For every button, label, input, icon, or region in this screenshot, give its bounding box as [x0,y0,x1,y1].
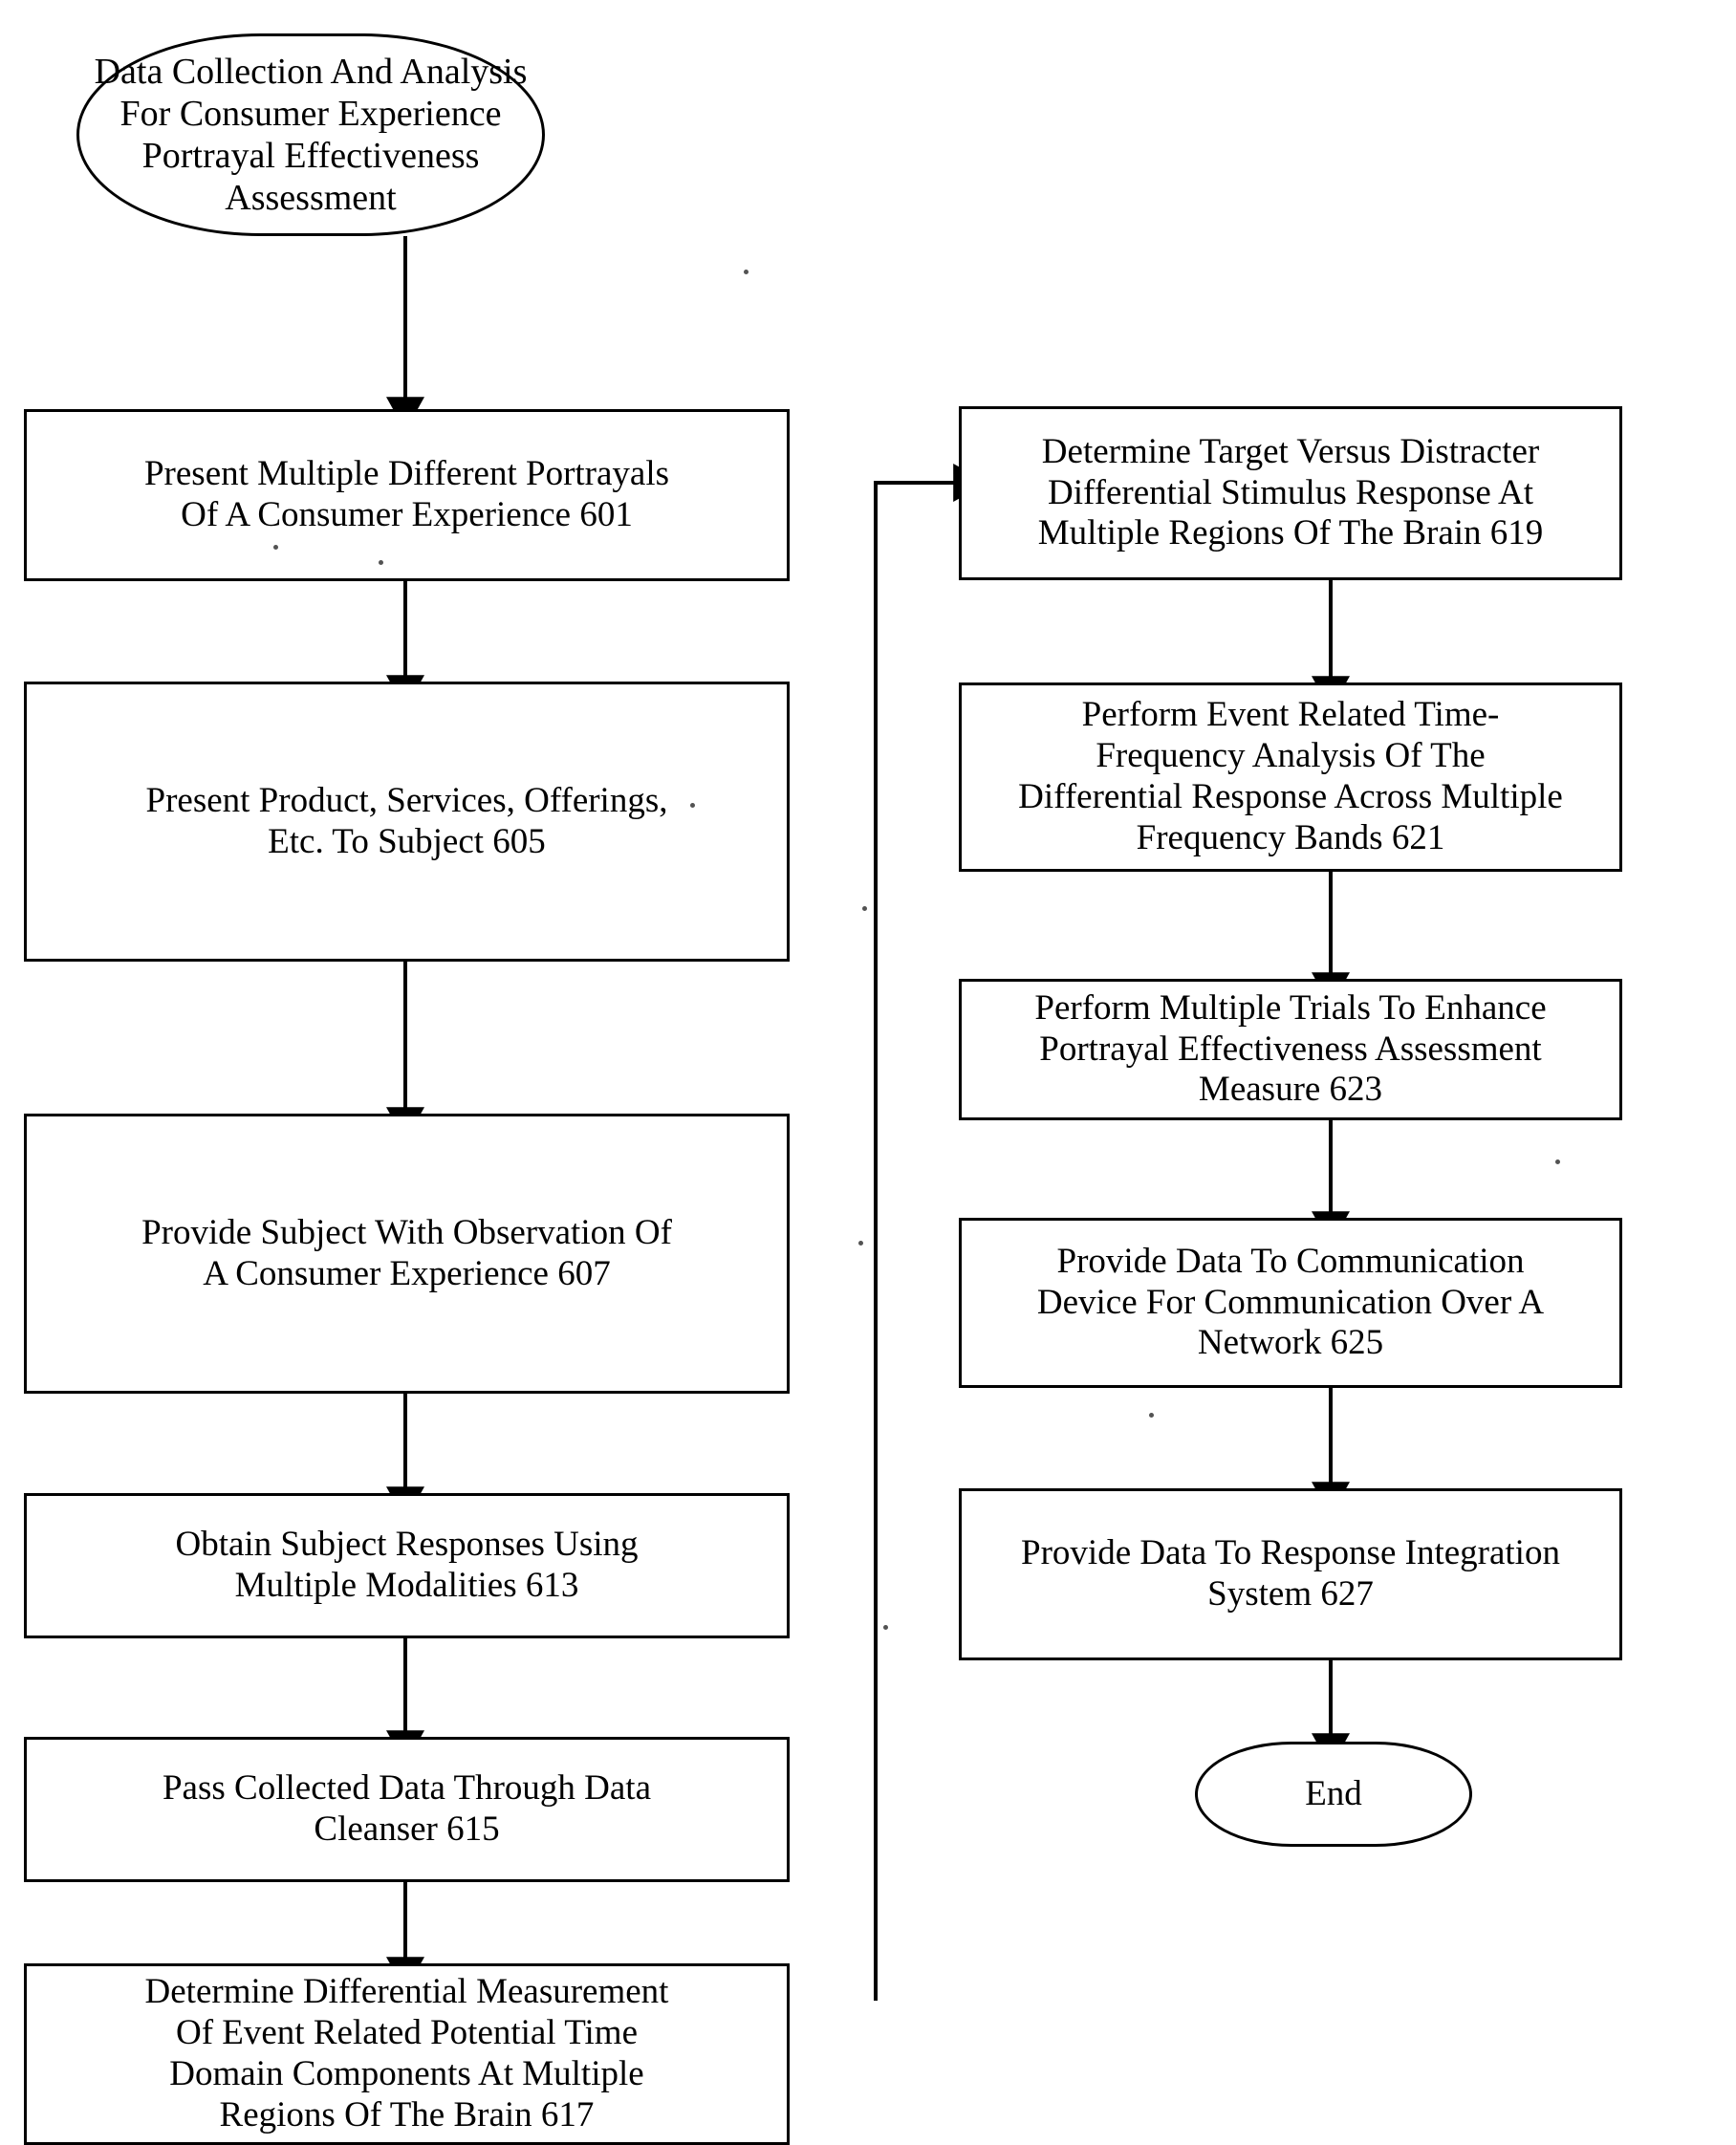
process-node-613-label: Obtain Subject Responses Using Multiple … [175,1525,639,1605]
process-node-613: Obtain Subject Responses Using Multiple … [24,1493,790,1638]
process-node-621-label: Perform Event Related Time- Frequency An… [1018,695,1563,857]
process-node-627-label: Provide Data To Response Integration Sys… [1021,1533,1560,1614]
process-node-617-label: Determine Differential Measurement Of Ev… [144,1972,669,2134]
scan-speck [858,1241,863,1246]
process-node-607-label: Provide Subject With Observation Of A Co… [141,1212,672,1293]
process-node-621: Perform Event Related Time- Frequency An… [959,682,1622,872]
process-node-619: Determine Target Versus Distracter Diffe… [959,406,1622,580]
process-node-619-label: Determine Target Versus Distracter Diffe… [1037,431,1544,553]
process-node-625-label: Provide Data To Communication Device For… [1036,1241,1545,1363]
end-node-label: End [1305,1773,1362,1813]
process-node-601: Present Multiple Different Portrayals Of… [24,409,790,581]
process-node-615: Pass Collected Data Through Data Cleanse… [24,1737,790,1882]
start-node: Data Collection And Analysis For Consume… [76,33,545,236]
scan-speck [1555,1159,1560,1164]
process-node-623: Perform Multiple Trials To Enhance Portr… [959,979,1622,1120]
end-node: End [1195,1742,1472,1847]
process-node-623-label: Perform Multiple Trials To Enhance Portr… [1034,987,1547,1110]
edge-617-to-619 [874,464,988,2001]
scan-speck [379,560,383,565]
process-node-625: Provide Data To Communication Device For… [959,1218,1622,1388]
process-node-617: Determine Differential Measurement Of Ev… [24,1963,790,2145]
process-node-601-label: Present Multiple Different Portrayals Of… [143,454,670,534]
scan-speck [1149,1413,1154,1418]
scan-speck [273,545,278,550]
scan-speck [862,906,867,911]
process-node-615-label: Pass Collected Data Through Data Cleanse… [162,1768,652,1849]
process-node-627: Provide Data To Response Integration Sys… [959,1488,1622,1660]
process-node-605-label: Present Product, Services, Offerings, Et… [145,780,668,861]
scan-speck [744,270,749,274]
process-node-605: Present Product, Services, Offerings, Et… [24,682,790,962]
flowchart-canvas: Data Collection And Analysis For Consume… [0,0,1736,2145]
scan-speck [883,1625,888,1630]
process-node-607: Provide Subject With Observation Of A Co… [24,1114,790,1394]
scan-speck [690,803,695,808]
start-node-label: Data Collection And Analysis For Consume… [94,51,528,219]
